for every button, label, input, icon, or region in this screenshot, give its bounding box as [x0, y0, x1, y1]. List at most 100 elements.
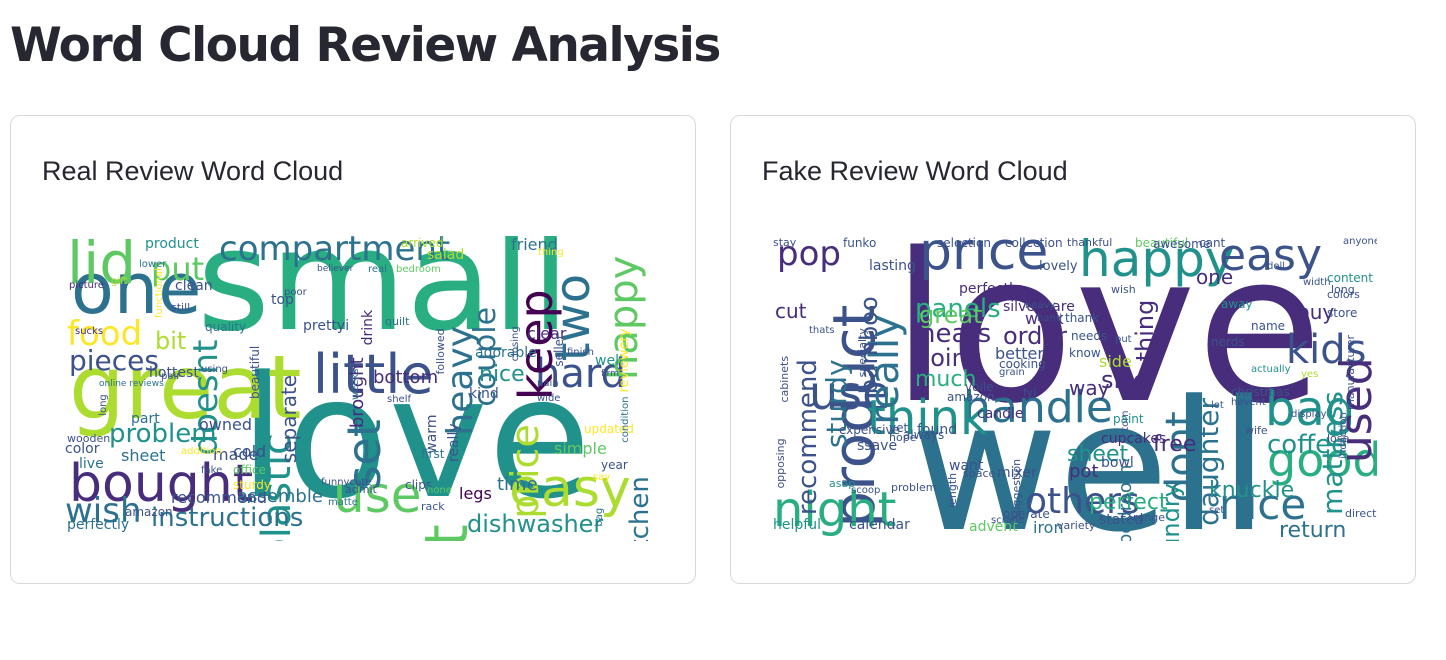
word: great: [919, 301, 983, 329]
word: sturdy: [233, 478, 272, 492]
word: name: [1251, 319, 1286, 333]
word: scoop: [851, 485, 881, 496]
real-review-card-title: Real Review Word Cloud: [42, 156, 344, 186]
word: torn: [1120, 410, 1131, 431]
word: lovely: [1039, 259, 1078, 274]
word: pieces: [69, 344, 159, 377]
word: width: [1303, 277, 1331, 288]
word: problem: [891, 481, 937, 494]
word: long: [98, 394, 109, 416]
word: kitchen: [625, 476, 655, 541]
word: wish: [1111, 283, 1136, 296]
word: know: [1069, 346, 1101, 360]
word: functional: [154, 268, 165, 318]
word: long: [1331, 283, 1355, 296]
word: beautiful: [248, 345, 262, 399]
word: pain: [537, 378, 559, 389]
real-review-word-cloud: love small great one bought little use easy comp…: [51, 236, 657, 541]
word: wife: [1245, 424, 1268, 437]
word: actually: [1251, 364, 1291, 375]
word: closing: [510, 326, 521, 362]
word: quality: [205, 320, 247, 334]
word: bag: [594, 507, 605, 527]
word: one: [1196, 265, 1234, 289]
word: funko: [843, 236, 877, 250]
word: thing: [538, 247, 564, 258]
word: doll: [1267, 261, 1286, 272]
word: thats: [809, 325, 835, 336]
word: online reviews: [99, 379, 164, 389]
word: length: [946, 472, 959, 508]
word: perfectly: [67, 517, 130, 533]
word: gift: [111, 276, 128, 287]
word: nice: [479, 362, 525, 387]
word: sheet: [121, 446, 166, 465]
word: fake: [201, 465, 223, 476]
word: price: [503, 424, 547, 519]
word: dishwasher: [467, 510, 604, 538]
word: bit: [155, 327, 187, 355]
word: pot: [1069, 461, 1099, 482]
word: store: [1327, 306, 1358, 320]
word: believer: [317, 264, 354, 274]
word: calendar: [849, 517, 910, 533]
word: using: [201, 364, 229, 375]
word: matte: [328, 497, 358, 508]
word: real: [368, 264, 387, 275]
word: drink: [360, 309, 376, 346]
word: cabinets: [778, 355, 791, 403]
word: anyone: [1343, 236, 1377, 247]
word: say: [593, 472, 611, 483]
word: reviewery: [617, 328, 632, 393]
word: shelf: [387, 394, 411, 405]
word: salad: [427, 247, 465, 263]
word: opposing: [774, 438, 787, 489]
word: voile: [965, 380, 994, 394]
word: still: [171, 301, 191, 314]
word: live: [79, 456, 104, 472]
word: fyi: [1023, 386, 1037, 399]
word: bedroom: [1115, 464, 1136, 541]
word: needs: [1071, 329, 1108, 343]
word: finish: [567, 347, 594, 358]
word: thankful: [1067, 236, 1113, 249]
word: knuckle: [1209, 478, 1295, 503]
word: recommend: [171, 488, 267, 507]
word: seller: [552, 334, 566, 367]
word: poor: [284, 287, 307, 298]
word: put: [1115, 334, 1132, 345]
word: scrape: [991, 515, 1025, 526]
word: clean: [175, 278, 213, 294]
real-review-card: Real Review Word Cloud love small great one…: [10, 115, 696, 584]
word: picture: [69, 280, 104, 291]
word: collection: [1005, 236, 1063, 250]
word: instructions: [151, 503, 304, 533]
word: sucks: [75, 326, 104, 337]
word: simple: [554, 439, 607, 458]
word: display: [1291, 409, 1327, 420]
word: really: [446, 423, 462, 463]
word: rack: [421, 500, 445, 513]
word: directly: [1345, 507, 1377, 520]
word: bedroom: [396, 264, 441, 275]
word: amazon: [125, 505, 173, 519]
word: stay: [773, 236, 797, 249]
word: grain: [999, 367, 1025, 378]
word: none: [427, 485, 452, 496]
word: hope: [889, 431, 917, 444]
word: size: [1101, 366, 1148, 394]
word: cant: [1199, 236, 1226, 250]
word: arrived: [401, 236, 444, 250]
word: specialty: [856, 328, 869, 378]
word: doesnt: [186, 339, 226, 456]
word: owned: [199, 415, 253, 434]
word: helpful: [773, 517, 821, 533]
word: asap: [829, 477, 856, 490]
word: range: [1133, 511, 1165, 524]
word: hand: [1037, 313, 1063, 324]
fake-review-card-title: Fake Review Word Cloud: [762, 156, 1068, 186]
word: wooden: [67, 432, 111, 445]
word: prettyi: [303, 318, 350, 334]
word: separate: [277, 374, 301, 464]
word: followed: [434, 328, 447, 375]
